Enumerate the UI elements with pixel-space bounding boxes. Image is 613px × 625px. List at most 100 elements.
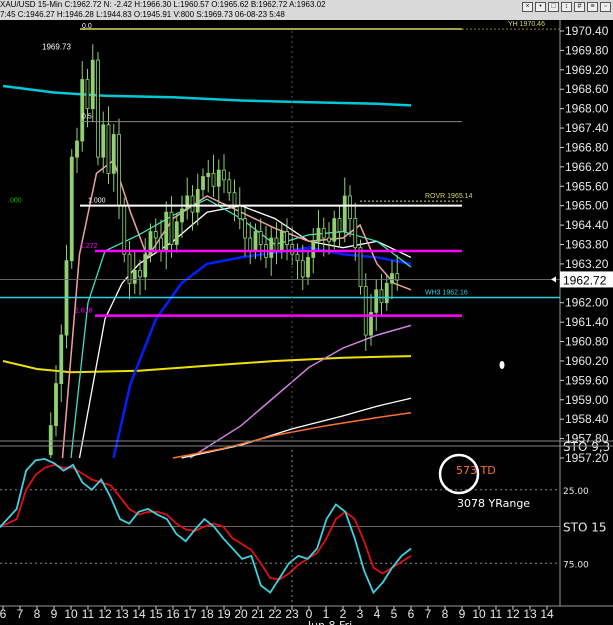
price-tick-label: 1963.80 (565, 238, 609, 252)
level-label: 1.618 (75, 308, 93, 315)
time-tick-label: 12 (506, 607, 520, 621)
candle-body (374, 289, 379, 313)
marker-dot (499, 361, 505, 369)
candle-body (390, 273, 394, 284)
time-tick-label: 9 (459, 607, 466, 621)
time-tick-label: 15 (149, 607, 163, 621)
candle-body (348, 195, 352, 220)
candle-body (237, 205, 242, 220)
level-label: .000 (8, 198, 22, 205)
candle-body (85, 79, 90, 110)
price-chart[interactable]: YH 1970.46 ROVR 1965.14 WH3 1962.16 1.000 1.… (0, 0, 613, 625)
price-tick-label: 1957.80 (565, 432, 609, 446)
candle-body (180, 208, 184, 223)
time-tick-label: 10 (64, 607, 78, 621)
price-tick-label: 1960.80 (565, 335, 609, 349)
time-tick-label: 6 (0, 607, 7, 621)
time-tick-label: 13 (523, 607, 537, 621)
time-tick-label: 4 (374, 607, 381, 621)
price-tick-label: 1969.80 (565, 43, 609, 57)
candle-body (122, 205, 127, 255)
time-tick-label: 3 (357, 607, 364, 621)
candle-body (222, 169, 226, 181)
candle-body (54, 383, 58, 427)
candle-body (153, 231, 158, 239)
candle-body (75, 140, 79, 158)
candle-body (138, 269, 142, 278)
candle-body (174, 221, 179, 245)
level-label: 0.0 (82, 23, 92, 30)
candle-body (90, 59, 95, 110)
candle-body (358, 247, 363, 287)
candle-body (285, 231, 289, 245)
price-tick-label: 1965.60 (565, 179, 609, 193)
candle-body (379, 289, 384, 304)
price-tick-label: 1965.00 (565, 199, 609, 213)
candle-body (300, 260, 305, 278)
candle-body (316, 227, 321, 242)
price-tick-label: 1962.00 (565, 296, 609, 310)
candle-body (96, 59, 100, 158)
level-label: 1.272 (80, 243, 98, 250)
price-tick-label: 1958.40 (565, 412, 609, 426)
candle-body (232, 192, 237, 207)
time-tick-label: 22 (268, 607, 282, 621)
candle-body (306, 257, 310, 278)
current-price-label: 1962.72 (563, 273, 607, 287)
price-tick-label: 1961.40 (565, 315, 609, 329)
candle-body (201, 176, 205, 190)
candle-body (258, 231, 263, 245)
candle-body (206, 172, 211, 177)
candle-body (59, 334, 64, 384)
level-label: YH 1970.46 (508, 21, 545, 28)
price-tick-label: 1966.20 (565, 160, 609, 174)
price-tick-label: 1959.60 (565, 373, 609, 387)
time-tick-label: 8 (442, 607, 449, 621)
sto-level-label: 75.00 (563, 560, 589, 570)
candle-body (159, 237, 163, 252)
time-tick-label: 16 (166, 607, 180, 621)
candle-body (321, 227, 326, 239)
candle-body (269, 237, 274, 258)
candle-body (311, 240, 316, 258)
time-tick-label: 8 (34, 607, 41, 621)
candle-body (227, 179, 232, 194)
candle-body (195, 189, 200, 213)
candle-body (106, 124, 111, 174)
candle-body (80, 79, 85, 142)
price-tick-label: 1968.00 (565, 102, 609, 116)
time-tick-label: 13 (115, 607, 129, 621)
candle-body (337, 218, 342, 232)
level-label: ROVR 1965.14 (425, 193, 473, 200)
price-tick-label: 1957.20 (565, 451, 609, 465)
time-tick-label: 23 (285, 607, 299, 621)
time-tick-label: 11 (82, 607, 95, 621)
price-tick-label: 1964.40 (565, 218, 609, 232)
time-tick-label: 14 (132, 607, 146, 621)
candle-body (295, 253, 300, 262)
time-tick-label: 7 (17, 607, 24, 621)
sto-label: STO 15 (563, 521, 606, 535)
candle-body (132, 269, 137, 284)
time-tick-label: 5 (391, 607, 398, 621)
time-tick-label: 14 (540, 607, 554, 621)
candle-body (101, 124, 106, 158)
candle-body (243, 218, 247, 239)
candle-body (342, 195, 347, 232)
candle-body (332, 218, 337, 242)
time-tick-label: 17 (183, 607, 197, 621)
candle-body (190, 195, 195, 213)
sto-level-label: 25.00 (563, 487, 589, 497)
price-tick-label: 1966.80 (565, 140, 609, 154)
candle-body (253, 231, 258, 252)
candle-body (48, 425, 53, 456)
time-tick-label: 20 (234, 607, 248, 621)
candle-body (248, 237, 253, 252)
candle-body (279, 231, 284, 252)
candle-body (327, 237, 331, 242)
time-tick-label: 19 (217, 607, 231, 621)
time-tick-label: 7 (425, 607, 432, 621)
candle-body (211, 172, 216, 187)
price-tick-label: 1969.20 (565, 63, 609, 77)
level-label: 1969.73 (42, 43, 71, 52)
